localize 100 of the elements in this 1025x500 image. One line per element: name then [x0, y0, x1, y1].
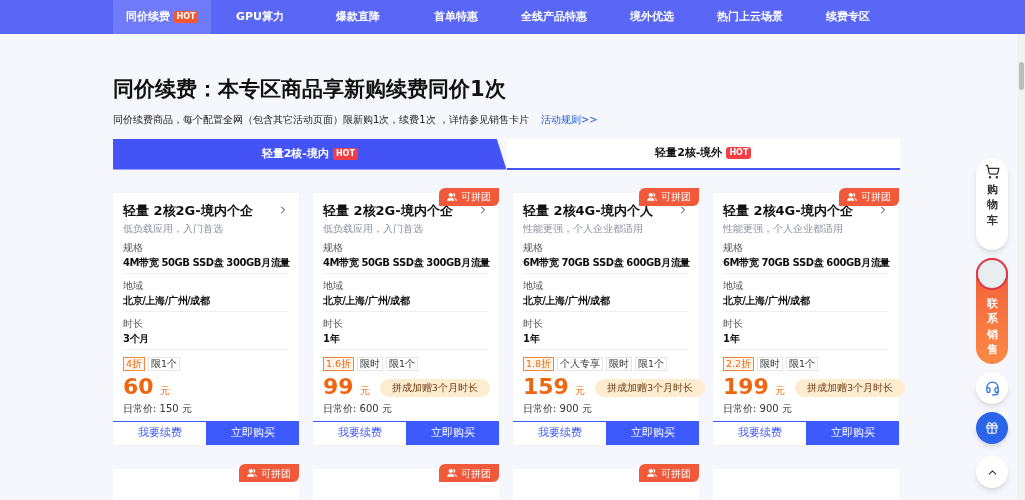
spec-value: 北京/上海/广州/成都 — [523, 294, 610, 307]
regular-price: 日常价: 600 元 — [323, 402, 393, 415]
tag: 限时 — [357, 357, 384, 371]
buy-now-button[interactable]: 立即购买 — [406, 422, 499, 445]
tag: 1.8折 — [523, 357, 555, 371]
renew-button[interactable]: 我要续费 — [313, 422, 406, 445]
hot-badge: HOT — [173, 11, 199, 23]
price: 60 — [123, 374, 154, 400]
contact-label: 联系销售 — [986, 296, 998, 358]
cart-button[interactable]: 购物车 — [976, 158, 1008, 250]
spec-label: 地域 — [123, 279, 144, 292]
promo-bubble: 拼成加赠3个月时长 — [379, 378, 490, 397]
spec-value: 6M带宽 70GB SSD盘 600GB月流量 — [523, 256, 690, 269]
cart-label: 购物车 — [986, 182, 998, 229]
spec-value: 北京/上海/广州/成都 — [323, 294, 410, 307]
tab-label: 轻量2核-境外 — [655, 144, 723, 161]
price-unit: 元 — [359, 384, 370, 398]
spec-value: 1年 — [523, 332, 540, 345]
buy-now-button[interactable]: 立即购买 — [606, 422, 699, 445]
price-unit: 元 — [159, 384, 170, 398]
rules-link[interactable]: 活动规则>> — [540, 111, 598, 127]
spec-label: 时长 — [523, 317, 544, 330]
group-icon — [847, 191, 857, 202]
spec-label: 时长 — [123, 317, 144, 330]
group-icon — [447, 191, 457, 202]
nav-label: 境外优选 — [630, 8, 674, 25]
nav-label: GPU算力 — [236, 8, 284, 25]
group-buy-badge: 可拼团 — [839, 187, 899, 206]
scrollbar-thumb[interactable] — [1018, 62, 1024, 90]
group-icon — [247, 468, 257, 478]
spec-label: 地域 — [523, 279, 544, 292]
gift-button[interactable] — [976, 412, 1008, 444]
renew-button[interactable]: 我要续费 — [113, 422, 206, 445]
tag: 4折 — [123, 357, 146, 371]
spec-value: 北京/上海/广州/成都 — [123, 294, 210, 307]
buy-now-button[interactable]: 立即购买 — [806, 422, 899, 445]
nav-tab[interactable]: 全线产品特惠 — [505, 0, 603, 34]
spec-label: 规格 — [723, 241, 744, 254]
tab-label: 轻量2核-境内 — [261, 145, 329, 162]
nav-tab[interactable]: 爆款直降 — [309, 0, 407, 34]
tag: 限1个 — [386, 357, 419, 371]
group-buy-badge: 可拼团 — [639, 464, 699, 482]
spec-label: 规格 — [123, 241, 144, 254]
promo-bubble: 拼成加赠3个月时长 — [594, 378, 705, 397]
tag: 限1个 — [148, 357, 181, 371]
spec-value: 1年 — [723, 332, 740, 345]
spec-label: 地域 — [723, 279, 744, 292]
spec-label: 地域 — [323, 279, 344, 292]
spec-value: 4M带宽 50GB SSD盘 300GB月流量 — [323, 256, 490, 269]
spec-value: 北京/上海/广州/成都 — [723, 294, 810, 307]
nav-label: 同价续费 — [125, 8, 170, 25]
card-subtitle: 低负载应用，入门首选 — [123, 222, 224, 236]
nav-label: 爆款直降 — [336, 8, 380, 25]
category-tab[interactable]: 轻量2核-境内 HOT — [113, 138, 507, 170]
regular-price: 日常价: 900 元 — [523, 402, 593, 415]
card-subtitle: 性能更强，个人企业都适用 — [523, 222, 644, 236]
support-button[interactable] — [976, 372, 1008, 404]
scrollbar[interactable] — [1017, 34, 1025, 500]
group-buy-badge: 可拼团 — [639, 187, 699, 206]
headset-icon — [984, 380, 1000, 396]
card-subtitle: 低负载应用，入门首选 — [323, 222, 424, 236]
nav-tab[interactable]: 续费专区 — [799, 0, 897, 34]
avatar — [976, 258, 1008, 290]
intro-text: 同价续费商品，每个配置全网（包含其它活动页面）限新购1次，续费1次 ，详情参见销售卡片 — [113, 112, 529, 127]
nav-tab[interactable]: 境外优选 — [603, 0, 701, 34]
buy-now-button[interactable]: 立即购买 — [206, 422, 299, 445]
card-title: 轻量 2核2G-境内个企 — [123, 201, 253, 220]
price: 159 — [523, 374, 569, 400]
nav-label: 全线产品特惠 — [521, 8, 587, 25]
group-icon — [447, 468, 457, 478]
group-buy-badge: 可拼团 — [439, 187, 499, 206]
spec-value: 1年 — [323, 332, 340, 345]
spec-value: 3个月 — [123, 332, 149, 345]
category-tab[interactable]: 轻量2核-境外 HOT — [506, 138, 900, 170]
tag: 限1个 — [786, 357, 819, 371]
nav-label: 首单特惠 — [434, 8, 478, 25]
nav-tab[interactable]: 首单特惠 — [407, 0, 505, 34]
nav-tab[interactable]: 同价续费 HOT — [113, 0, 211, 34]
renew-button[interactable]: 我要续费 — [713, 422, 806, 445]
hot-badge: HOT — [726, 147, 752, 159]
gift-icon — [985, 421, 999, 435]
card-subtitle: 性能更强，个人企业都适用 — [723, 222, 844, 236]
hot-badge: HOT — [332, 148, 358, 160]
spec-value: 4M带宽 50GB SSD盘 300GB月流量 — [123, 256, 290, 269]
price-unit: 元 — [574, 384, 585, 398]
spec-label: 规格 — [523, 241, 544, 254]
spec-label: 时长 — [723, 317, 744, 330]
renew-button[interactable]: 我要续费 — [513, 422, 606, 445]
tag: 2.2折 — [723, 357, 755, 371]
nav-tab[interactable]: GPU算力 — [211, 0, 309, 34]
tag: 限时 — [606, 357, 633, 371]
contact-sales-button[interactable]: 联系销售 — [976, 258, 1008, 364]
tag: 个人专享 — [557, 357, 604, 371]
price-unit: 元 — [774, 384, 785, 398]
spec-label: 规格 — [323, 241, 344, 254]
group-buy-badge: 可拼团 — [439, 464, 499, 482]
regular-price: 日常价: 150 元 — [123, 402, 193, 415]
tag: 1.6折 — [323, 357, 355, 371]
nav-tab[interactable]: 热门上云场景 — [701, 0, 799, 34]
cart-icon — [984, 164, 1000, 179]
